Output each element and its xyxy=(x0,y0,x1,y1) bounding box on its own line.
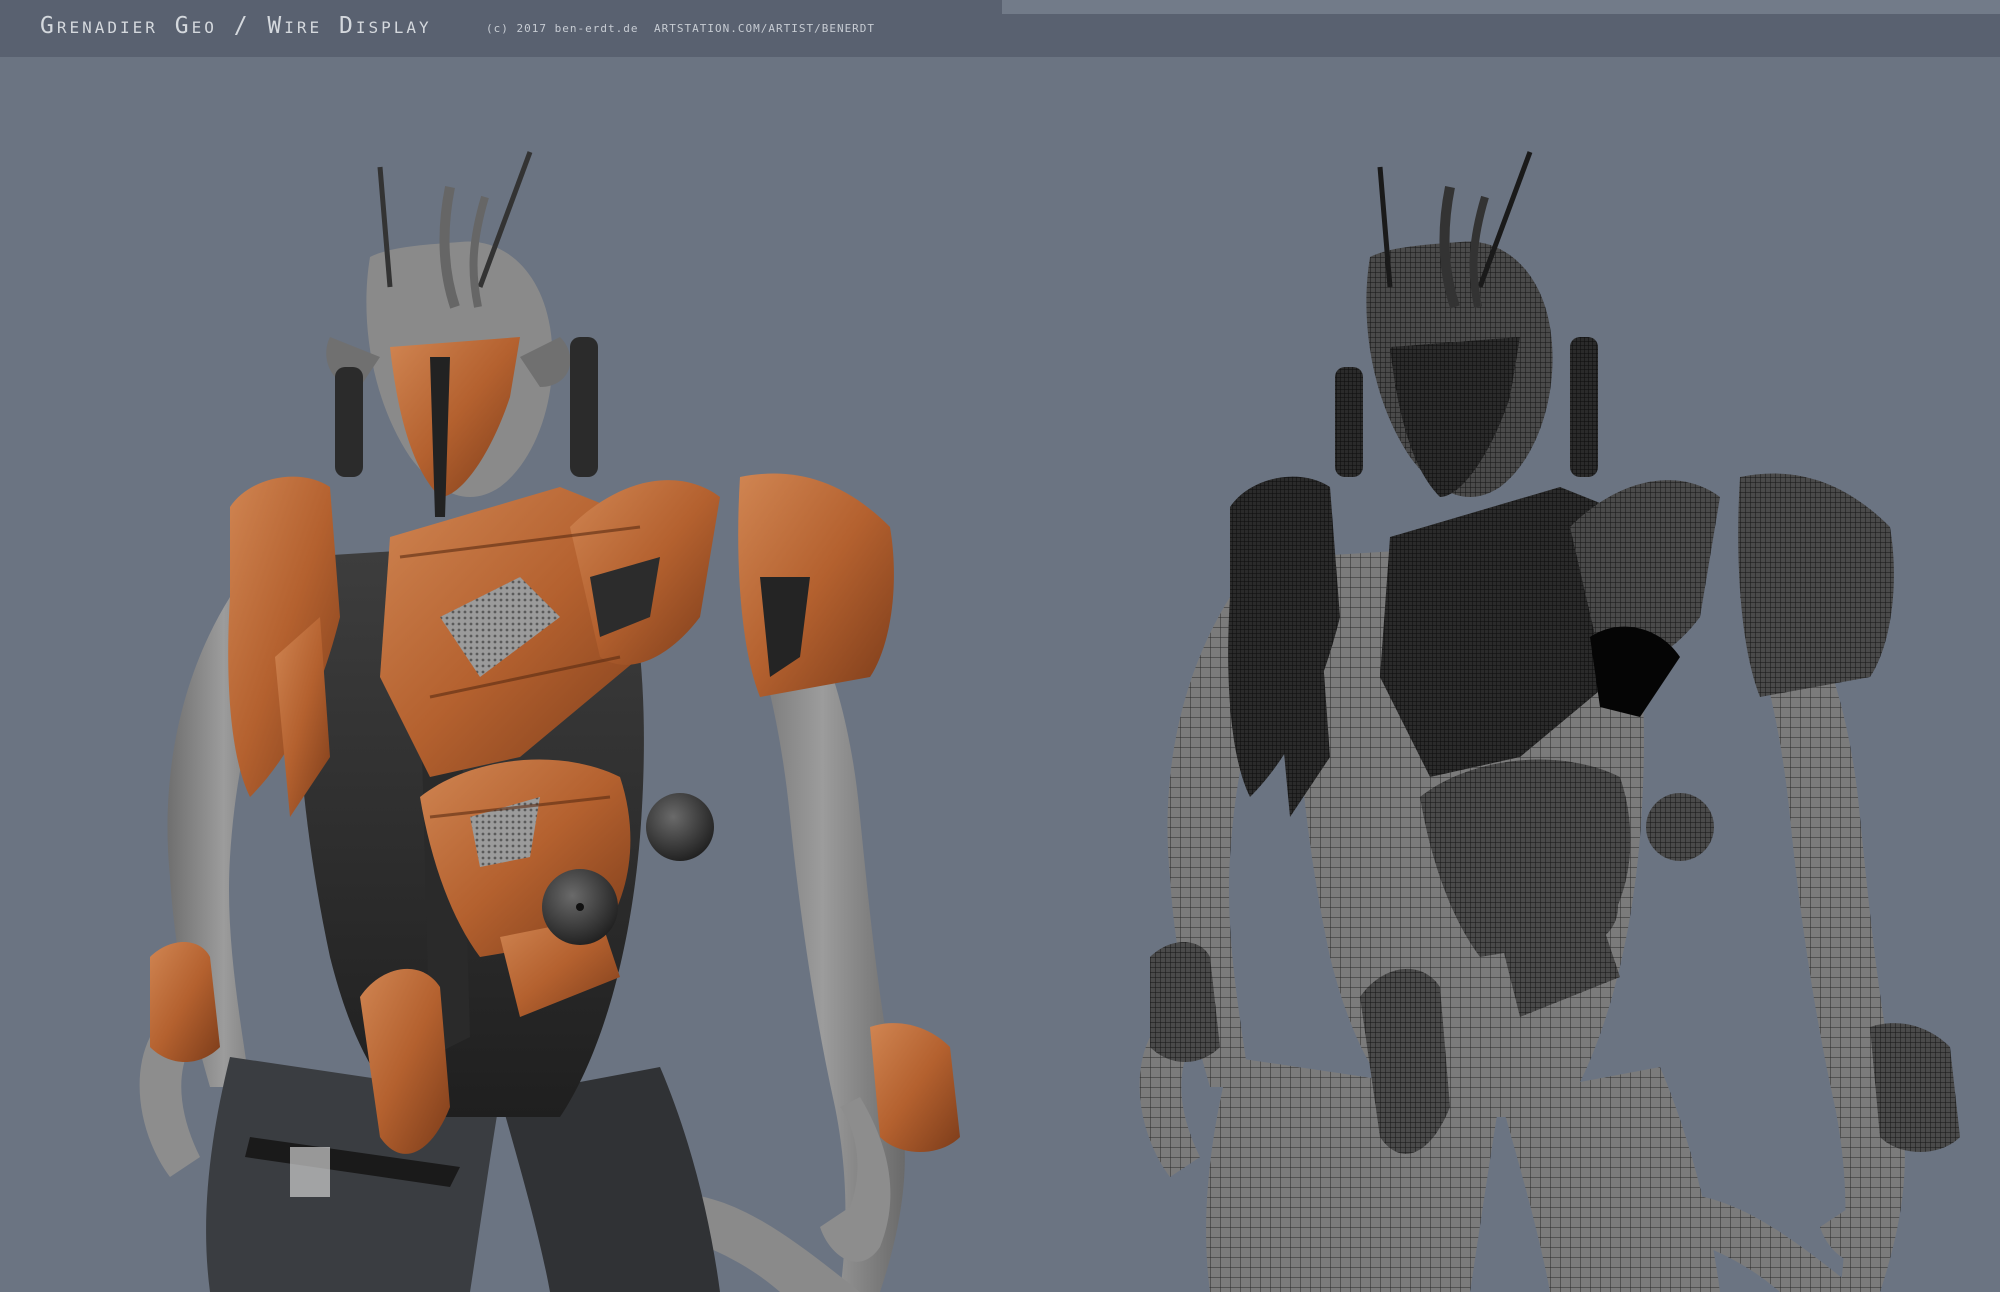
wireframe-viewport[interactable] xyxy=(1000,57,2000,1292)
header-accent-strip xyxy=(1002,0,2000,14)
artstation-link[interactable]: artstation.com/artist/benerdt xyxy=(654,22,875,35)
page-title: Grenadier Geo / Wire Display xyxy=(40,13,432,39)
wireframe-character-render xyxy=(1139,151,1960,1292)
textured-character-render xyxy=(139,151,960,1292)
header-bar: Grenadier Geo / Wire Display (c) 2017 be… xyxy=(0,0,2000,57)
copyright-text: (c) 2017 ben-erdt.de xyxy=(486,22,639,35)
textured-viewport[interactable] xyxy=(0,57,1000,1292)
